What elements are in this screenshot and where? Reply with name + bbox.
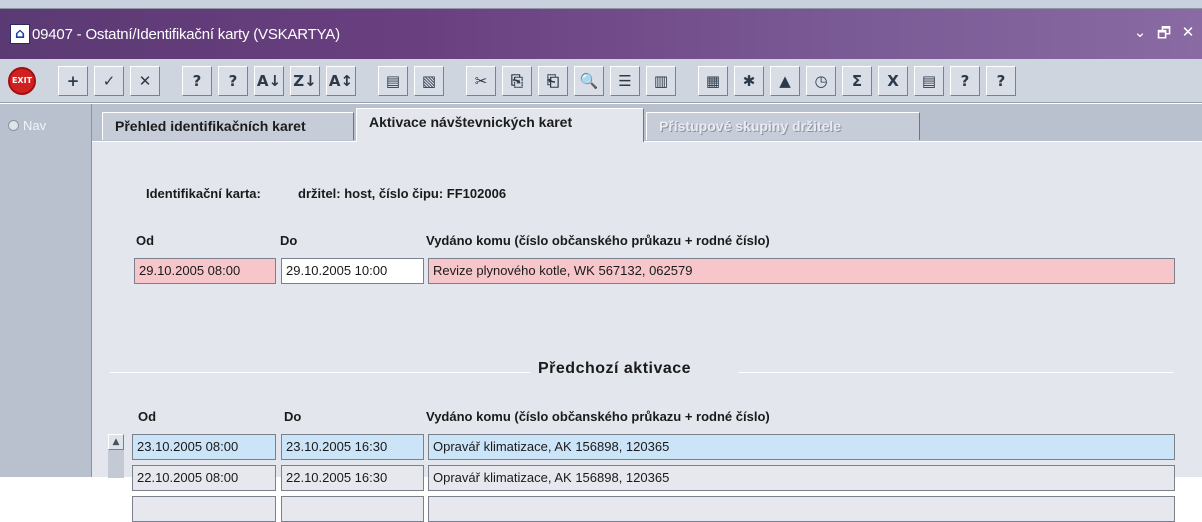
query-all-icon[interactable]: ? xyxy=(218,65,248,96)
query-icon[interactable]: ? xyxy=(182,65,212,96)
report-icon[interactable]: ▤ xyxy=(914,65,944,96)
paste-icon[interactable]: ⎗ xyxy=(538,65,568,96)
toolbar: EXIT + ✓ ✕ ? ? A↓ Z↓ A↕ ▤ ▧ ✂ ⎘ ⎗ 🔍 ☰ ▥ … xyxy=(0,59,1202,103)
nav-radio[interactable]: Nav xyxy=(8,118,46,133)
current-do-field[interactable]: 29.10.2005 10:00 xyxy=(281,258,424,284)
scroll-up-icon[interactable]: ▲ xyxy=(108,434,124,450)
list-icon[interactable]: ☰ xyxy=(610,65,640,96)
nav-label: Nav xyxy=(23,118,47,133)
tab-visitor-activation[interactable]: Aktivace návštevnických karet xyxy=(356,108,644,142)
main-area: Přehled identifikačních karet Aktivace n… xyxy=(92,104,1202,522)
triangle-icon[interactable]: ▲ xyxy=(770,65,800,96)
app-icon: ⌂ xyxy=(10,24,30,44)
cut-icon[interactable]: ✂ xyxy=(466,65,496,96)
calculator-icon[interactable]: ▦ xyxy=(698,65,728,96)
minimize-icon[interactable]: ⌄ xyxy=(1132,23,1148,48)
find-icon[interactable]: 🔍 xyxy=(574,65,604,96)
sort-multi-icon[interactable]: A↕ xyxy=(326,65,356,96)
tab-bar: Přehled identifikačních karet Aktivace n… xyxy=(92,104,1202,142)
radio-icon xyxy=(8,120,19,131)
header-od: Od xyxy=(136,233,155,248)
title-bar: ⌂ 09407 - Ostatní/Identifikační karty (V… xyxy=(0,9,1202,59)
save-icon[interactable]: ✓ xyxy=(94,65,124,96)
top-menu-strip xyxy=(0,0,1202,9)
sort-desc-icon[interactable]: Z↓ xyxy=(290,65,320,96)
separator-right xyxy=(738,372,1174,373)
scrollbar-track[interactable] xyxy=(108,450,124,478)
current-od-field[interactable]: 29.10.2005 08:00 xyxy=(134,258,276,284)
card-value: držitel: host, číslo čipu: FF102006 xyxy=(298,186,507,201)
header-do: Do xyxy=(280,233,298,248)
columns-icon[interactable]: ▥ xyxy=(646,65,676,96)
delete-icon[interactable]: ✕ xyxy=(130,65,160,96)
new-record-icon[interactable]: + xyxy=(58,65,88,96)
prev-row1-do[interactable]: 23.10.2005 16:30 xyxy=(281,434,424,460)
prev-row2-do[interactable]: 22.10.2005 16:30 xyxy=(281,465,424,491)
tab-panel: Identifikační karta: držitel: host, čísl… xyxy=(92,141,1202,522)
help-info-icon[interactable]: ? xyxy=(950,65,980,96)
clock-icon[interactable]: ◷ xyxy=(806,65,836,96)
card-label: Identifikační karta: xyxy=(146,186,261,201)
header-komu: Vydáno komu (číslo občanského průkazu + … xyxy=(426,233,770,248)
copy-icon[interactable]: ⎘ xyxy=(502,65,532,96)
sum-icon[interactable]: Σ xyxy=(842,65,872,96)
separator-left xyxy=(110,372,530,373)
prev-row1-komu[interactable]: Opravář klimatizace, AK 156898, 120365 xyxy=(428,434,1175,460)
prev-header-do: Do xyxy=(284,409,302,424)
print-icon[interactable]: ▤ xyxy=(378,65,408,96)
tab-overview[interactable]: Přehled identifikačních karet xyxy=(102,112,354,140)
prev-header-komu: Vydáno komu (číslo občanského průkazu + … xyxy=(426,409,770,424)
prev-row3-komu[interactable] xyxy=(428,496,1175,522)
close-icon[interactable]: ✕ xyxy=(1180,23,1196,48)
print-preview-icon[interactable]: ▧ xyxy=(414,65,444,96)
help-icon[interactable]: ? xyxy=(986,65,1016,96)
prev-row2-od[interactable]: 22.10.2005 08:00 xyxy=(132,465,276,491)
prev-row3-od[interactable] xyxy=(132,496,276,522)
prev-row3-do[interactable] xyxy=(281,496,424,522)
exit-button[interactable]: EXIT xyxy=(8,66,36,95)
previous-title: Předchozí aktivace xyxy=(538,360,692,377)
prev-header-od: Od xyxy=(138,409,157,424)
left-nav-pane: Nav xyxy=(0,104,92,477)
excel-icon[interactable]: X xyxy=(878,65,908,96)
sort-asc-icon[interactable]: A↓ xyxy=(254,65,284,96)
restore-icon[interactable]: 🗗 xyxy=(1156,23,1172,48)
prev-row1-od[interactable]: 23.10.2005 08:00 xyxy=(132,434,276,460)
current-komu-field[interactable]: Revize plynového kotle, WK 567132, 06257… xyxy=(428,258,1175,284)
tab-access-groups[interactable]: Přístupové skupiny držitele xyxy=(646,112,920,140)
window-title: 09407 - Ostatní/Identifikační karty (VSK… xyxy=(32,25,340,43)
window-controls: ⌄ 🗗 ✕ xyxy=(1132,23,1196,48)
settings-icon[interactable]: ✱ xyxy=(734,65,764,96)
prev-row2-komu[interactable]: Opravář klimatizace, AK 156898, 120365 xyxy=(428,465,1175,491)
